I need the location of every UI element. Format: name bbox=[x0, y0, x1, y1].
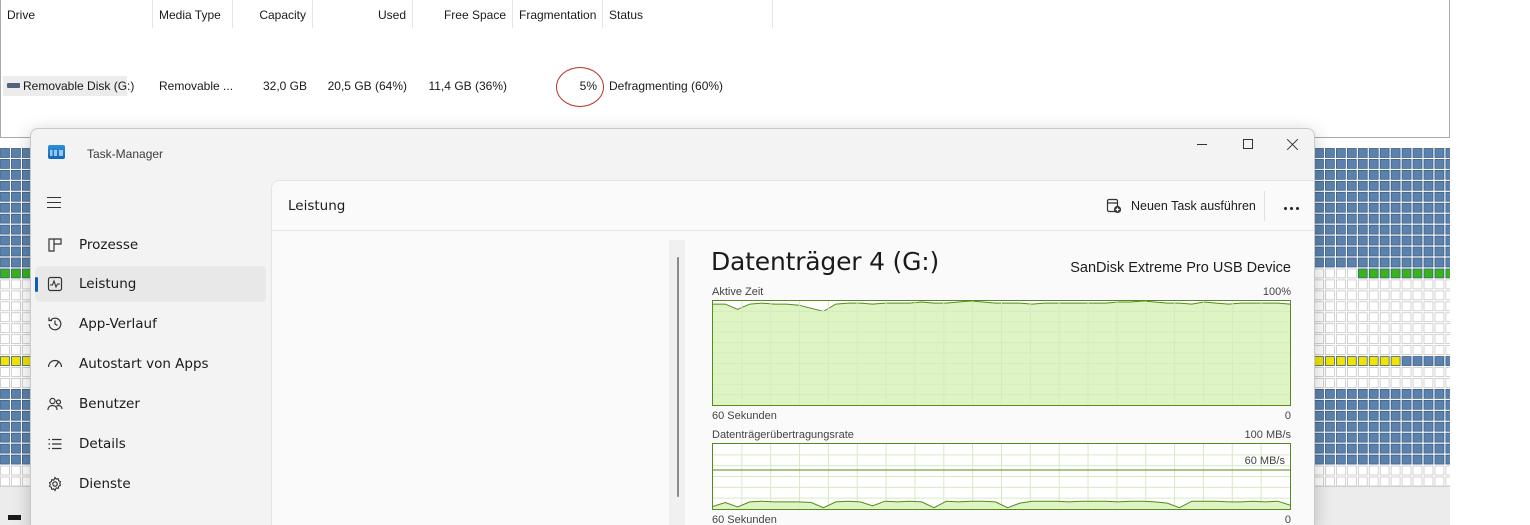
task-manager-window: Task-Manager Prozesse Leistung App-Verla… bbox=[30, 128, 1315, 525]
header-divider bbox=[1264, 191, 1265, 221]
nav-item-label: Dienste bbox=[79, 476, 131, 492]
users-icon bbox=[47, 397, 63, 411]
more-options-icon bbox=[1282, 197, 1300, 215]
highlight-circle-annotation bbox=[556, 67, 604, 107]
column-header-capacity[interactable]: Capacity bbox=[233, 0, 313, 28]
nav-item-benutzer[interactable]: Benutzer bbox=[35, 386, 266, 422]
maximize-icon bbox=[1243, 139, 1253, 149]
title-bar[interactable]: Task-Manager bbox=[31, 129, 1314, 179]
transfer-rate-ref-label: 60 MB/s bbox=[1244, 455, 1285, 467]
drive-cell[interactable]: Removable Disk (G:) bbox=[3, 76, 134, 96]
removable-drive-icon bbox=[7, 83, 20, 89]
transfer-rate-min-label: 0 bbox=[1284, 514, 1291, 525]
more-options-button[interactable] bbox=[1274, 189, 1308, 223]
window-title: Task-Manager bbox=[87, 147, 164, 161]
device-list-pane[interactable] bbox=[272, 232, 670, 525]
transfer-rate-label: Datenträgerübertragungsrate bbox=[712, 429, 854, 441]
drive-list-table: Drive Media Type Capacity Used Free Spac… bbox=[0, 0, 1450, 138]
column-header-drive[interactable]: Drive bbox=[1, 0, 153, 28]
transfer-rate-max-label: 100 MB/s bbox=[1244, 429, 1291, 441]
active-time-max-label: 100% bbox=[1262, 286, 1291, 298]
free-space-cell: 11,4 GB (36%) bbox=[428, 79, 507, 93]
capacity-cell: 32,0 GB bbox=[262, 79, 307, 93]
new-task-icon bbox=[1106, 198, 1122, 214]
close-button[interactable] bbox=[1270, 129, 1314, 159]
details-list-icon bbox=[48, 438, 62, 450]
drive-name: Removable Disk (G:) bbox=[23, 79, 135, 93]
page-title: Leistung bbox=[288, 198, 346, 214]
drive-status-icon bbox=[8, 515, 21, 520]
nav-item-label: Leistung bbox=[79, 276, 137, 292]
run-new-task-label: Neuen Task ausführen bbox=[1131, 199, 1256, 213]
minimize-icon bbox=[1197, 143, 1207, 145]
nav-item-prozesse[interactable]: Prozesse bbox=[35, 227, 266, 263]
run-new-task-button[interactable]: Neuen Task ausführen bbox=[1098, 189, 1262, 223]
status-cell: Defragmenting (60%) bbox=[609, 79, 724, 93]
nav-item-label: Autostart von Apps bbox=[79, 356, 209, 372]
history-clock-icon bbox=[48, 317, 62, 331]
startup-gauge-icon bbox=[47, 359, 63, 368]
column-header-fragmentation[interactable]: Fragmentation bbox=[513, 0, 603, 28]
column-header-media-type[interactable]: Media Type bbox=[153, 0, 233, 28]
nav-item-details[interactable]: Details bbox=[35, 426, 266, 462]
transfer-rate-plot bbox=[713, 444, 1290, 509]
transfer-rate-graph bbox=[712, 443, 1291, 510]
active-time-min-label: 0 bbox=[1284, 410, 1291, 422]
nav-item-label: Details bbox=[79, 436, 126, 452]
selection-indicator bbox=[35, 277, 38, 292]
minimize-button[interactable] bbox=[1179, 129, 1225, 159]
media-type-cell: Removable ... bbox=[159, 79, 234, 93]
nav-item-dienste[interactable]: Dienste bbox=[35, 466, 266, 502]
services-gear-icon bbox=[48, 476, 62, 492]
transfer-rate-duration-label: 60 Sekunden bbox=[712, 514, 777, 525]
task-manager-app-icon bbox=[48, 145, 65, 159]
nav-item-app-verlauf[interactable]: App-Verlauf bbox=[35, 306, 266, 342]
nav-item-autostart[interactable]: Autostart von Apps bbox=[35, 346, 266, 382]
nav-item-leistung[interactable]: Leistung bbox=[35, 266, 266, 302]
column-header-status[interactable]: Status bbox=[603, 0, 773, 28]
active-time-graph bbox=[712, 300, 1291, 406]
performance-chart-icon bbox=[47, 276, 63, 292]
column-header-used[interactable]: Used bbox=[313, 0, 413, 28]
processes-grid-icon bbox=[48, 238, 62, 252]
disk-device-name: SanDisk Extreme Pro USB Device bbox=[1070, 260, 1291, 276]
content-header: Leistung Neuen Task ausführen bbox=[272, 181, 1314, 231]
column-header-free-space[interactable]: Free Space bbox=[413, 0, 513, 28]
performance-content-area: Leistung Neuen Task ausführen Datenträge… bbox=[271, 180, 1314, 525]
close-icon bbox=[1287, 138, 1299, 150]
active-time-plot bbox=[713, 301, 1290, 405]
nav-item-label: Benutzer bbox=[79, 396, 140, 412]
active-time-label: Aktive Zeit bbox=[712, 286, 764, 298]
used-cell: 20,5 GB (64%) bbox=[327, 79, 407, 93]
active-time-duration-label: 60 Sekunden bbox=[712, 410, 777, 422]
nav-item-label: Prozesse bbox=[79, 237, 139, 253]
nav-item-label: App-Verlauf bbox=[79, 316, 157, 332]
disk-title: Datenträger 4 (G:) bbox=[711, 247, 940, 276]
scrollbar-thumb[interactable] bbox=[677, 257, 679, 497]
maximize-button[interactable] bbox=[1225, 129, 1271, 159]
hamburger-menu-icon[interactable] bbox=[47, 196, 61, 210]
